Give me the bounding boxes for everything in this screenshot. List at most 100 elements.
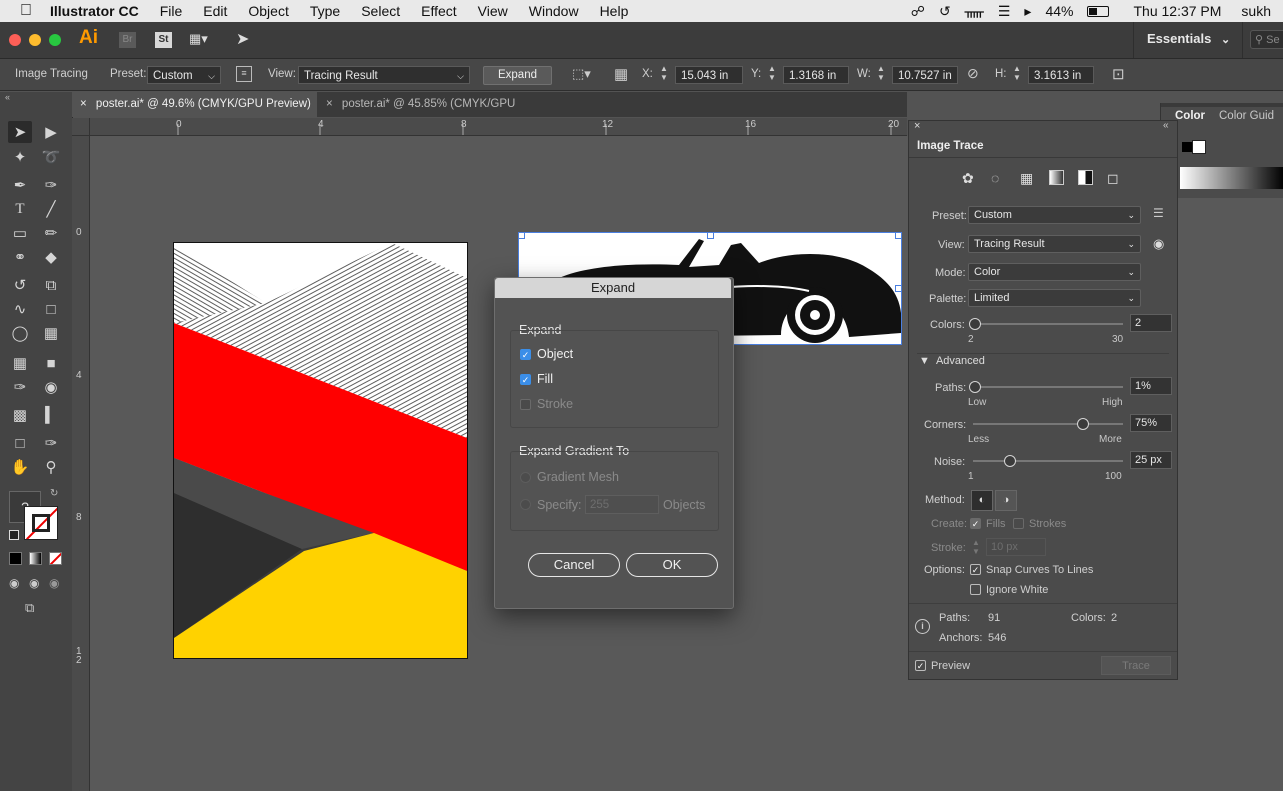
curvature-tool-icon[interactable]: ✑	[39, 174, 63, 196]
arrange-documents-icon[interactable]: ▦▾	[189, 31, 208, 47]
black-white-preset-icon[interactable]	[1078, 170, 1093, 185]
menu-view[interactable]: View	[478, 3, 508, 19]
gradient-mode-icon[interactable]	[29, 552, 42, 565]
color-swatch-white[interactable]	[1192, 140, 1206, 154]
menu-object[interactable]: Object	[248, 3, 288, 19]
ok-button[interactable]: OK	[626, 553, 718, 577]
search-field[interactable]: ⚲ Se	[1250, 30, 1283, 49]
selection-handle[interactable]	[895, 285, 901, 292]
direct-selection-tool-icon[interactable]: ▶	[39, 121, 63, 143]
menu-edit[interactable]: Edit	[203, 3, 227, 19]
stroke-input[interactable]: 10 px	[986, 538, 1046, 556]
noise-input[interactable]: 25 px	[1130, 451, 1172, 469]
corners-slider-track[interactable]	[973, 423, 1123, 425]
draw-behind-icon[interactable]: ◉	[29, 576, 39, 590]
symbol-sprayer-tool-icon[interactable]: ▩	[8, 404, 32, 426]
preset-dropdown[interactable]: Custom ⌵	[147, 66, 221, 84]
selection-handle[interactable]	[707, 233, 714, 239]
free-transform-tool-icon[interactable]: □	[39, 298, 63, 320]
gradient-mesh-radio[interactable]	[520, 472, 531, 483]
y-input[interactable]: 1.3168 in	[783, 66, 849, 84]
clock[interactable]: Thu 12:37 PM	[1133, 3, 1221, 19]
paths-slider-knob[interactable]	[969, 381, 981, 393]
x-input[interactable]: 15.043 in	[675, 66, 743, 84]
preset-dropdown[interactable]: Custom ⌄	[968, 206, 1141, 224]
stroke-checkbox[interactable]	[520, 399, 531, 410]
ruler-corner[interactable]	[72, 118, 90, 136]
transform-icon[interactable]: ⊡	[1112, 65, 1125, 83]
volume-icon[interactable]: ▸	[1024, 3, 1031, 20]
hand-tool-icon[interactable]: ✋	[8, 456, 32, 478]
slice-tool-icon[interactable]: ✑	[39, 432, 63, 454]
stock-button[interactable]: St	[155, 32, 172, 48]
align-icon[interactable]: ⬚▾	[572, 66, 591, 82]
selection-handle[interactable]	[519, 233, 525, 239]
selection-tool-icon[interactable]: ➤	[8, 121, 32, 143]
selection-handle[interactable]	[895, 233, 901, 239]
x-stepper-icon[interactable]: ▲ ▼	[660, 64, 668, 82]
menu-select[interactable]: Select	[361, 3, 400, 19]
bridge-button[interactable]: Br	[119, 32, 136, 48]
scale-tool-icon[interactable]: ⧉	[39, 274, 63, 296]
apple-icon[interactable]: 	[20, 2, 32, 20]
trace-button[interactable]: Trace	[1101, 656, 1171, 675]
pen-tool-icon[interactable]: ✒	[8, 174, 32, 196]
colors-input[interactable]: 2	[1130, 314, 1172, 332]
time-machine-icon[interactable]: ↺	[939, 3, 951, 20]
collapse-toolbar-icon[interactable]: «	[5, 92, 10, 102]
default-colors-icon[interactable]	[9, 530, 19, 540]
auto-color-preset-icon[interactable]: ✿	[962, 170, 974, 187]
view-dropdown[interactable]: Tracing Result ⌄	[968, 235, 1141, 253]
tab-color[interactable]: Color	[1175, 110, 1205, 122]
expand-button[interactable]: Expand	[483, 66, 552, 85]
w-input[interactable]: 10.7527 in	[892, 66, 958, 84]
abutting-method-button[interactable]: ◐	[971, 490, 993, 511]
vertical-ruler[interactable]: 0 4 8 1 2	[72, 135, 90, 791]
stroke-stepper-icon[interactable]: ▲ ▼	[972, 538, 980, 556]
colors-slider-knob[interactable]	[969, 318, 981, 330]
menu-app-name[interactable]: Illustrator CC	[50, 3, 139, 19]
paths-input[interactable]: 1%	[1130, 377, 1172, 395]
horizontal-ruler[interactable]: 0 4 8 12 16 20	[72, 118, 907, 136]
specify-objects-input[interactable]: 255	[585, 495, 659, 514]
swap-colors-icon[interactable]: ↻	[50, 488, 58, 499]
overlapping-method-button[interactable]: ◑	[995, 490, 1017, 511]
trace-presets-menu-icon[interactable]: ≡	[236, 66, 252, 82]
noise-slider-knob[interactable]	[1004, 455, 1016, 467]
high-color-preset-icon[interactable]: ◌	[991, 170, 999, 186]
fill-checkbox[interactable]: ✓	[520, 374, 531, 385]
magic-wand-tool-icon[interactable]: ✦	[8, 146, 32, 168]
column-graph-tool-icon[interactable]: ▍	[39, 404, 63, 426]
menu-type[interactable]: Type	[310, 3, 340, 19]
h-input[interactable]: 3.1613 in	[1028, 66, 1094, 84]
wifi-icon[interactable]: ☰	[998, 3, 1011, 20]
colors-slider-track[interactable]	[971, 323, 1123, 325]
gradient-tool-icon[interactable]: ■	[39, 352, 63, 374]
mode-dropdown[interactable]: Color ⌄	[968, 263, 1141, 281]
menu-file[interactable]: File	[160, 3, 183, 19]
view-source-eye-icon[interactable]: ◉	[1153, 236, 1164, 252]
mesh-tool-icon[interactable]: ▦	[8, 352, 32, 374]
lasso-tool-icon[interactable]: ➰	[39, 146, 63, 168]
rectangle-tool-icon[interactable]: ▭	[8, 222, 32, 244]
fills-checkbox[interactable]: ✓	[970, 518, 981, 529]
tab-poster-45[interactable]: × poster.ai* @ 45.85% (CMYK/GPU Preview)	[318, 92, 563, 135]
fill-swatch[interactable]	[24, 506, 58, 540]
reference-point-icon[interactable]: ▦	[614, 65, 628, 83]
snap-curves-checkbox[interactable]: ✓	[970, 564, 981, 575]
color-spectrum[interactable]	[1180, 167, 1283, 189]
manage-presets-icon[interactable]: ☰	[1153, 206, 1164, 220]
close-tab-icon[interactable]: ×	[80, 98, 87, 110]
paintbrush-tool-icon[interactable]: ✏	[39, 222, 63, 244]
color-swatch-black[interactable]	[1182, 142, 1192, 152]
close-window-button[interactable]	[9, 34, 21, 46]
menu-help[interactable]: Help	[600, 3, 629, 19]
battery-percent[interactable]: 44%	[1045, 3, 1073, 19]
menu-window[interactable]: Window	[529, 3, 579, 19]
outline-preset-icon[interactable]: ◻	[1107, 170, 1119, 187]
tab-image-trace[interactable]: Image Trace	[909, 135, 984, 157]
w-stepper-icon[interactable]: ▲ ▼	[877, 64, 885, 82]
strokes-checkbox[interactable]	[1013, 518, 1024, 529]
advanced-toggle[interactable]: ▼ Advanced	[919, 355, 985, 367]
none-mode-icon[interactable]	[49, 552, 62, 565]
